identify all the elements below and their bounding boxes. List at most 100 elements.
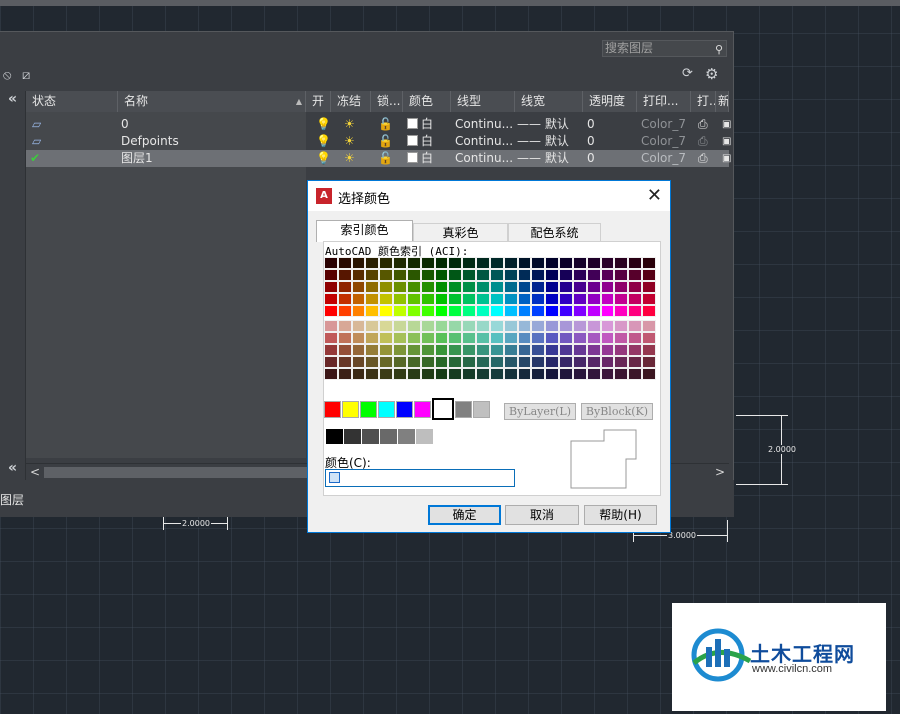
layer-plotstyle[interactable]: Color_7 — [641, 150, 686, 167]
aci-color-cell[interactable] — [462, 368, 477, 380]
aci-color-cell[interactable] — [545, 257, 560, 269]
aci-color-cell[interactable] — [559, 332, 573, 344]
gray-color-cell[interactable] — [434, 429, 451, 444]
standard-color-cell[interactable] — [396, 401, 413, 418]
aci-color-cell[interactable] — [600, 305, 615, 317]
dialog-title-bar[interactable]: A 选择颜色 ✕ — [308, 181, 670, 211]
column-header-status[interactable]: 状态 — [26, 91, 118, 112]
aci-color-cell[interactable] — [559, 293, 573, 305]
aci-color-cell[interactable] — [379, 281, 394, 293]
aci-color-cell[interactable] — [406, 281, 421, 293]
bulb-on-icon[interactable]: 💡 — [316, 150, 331, 167]
aci-color-cell[interactable] — [642, 281, 656, 293]
aci-color-cell[interactable] — [531, 320, 546, 332]
scroll-left-arrow-icon[interactable]: < — [30, 464, 40, 481]
column-header-linetype[interactable]: 线型 — [451, 91, 515, 112]
aci-color-cell[interactable] — [393, 281, 407, 293]
aci-color-cell[interactable] — [406, 269, 421, 281]
aci-color-cell[interactable] — [600, 320, 615, 332]
aci-color-cell[interactable] — [614, 356, 629, 368]
layer-row[interactable]: ▱ 0 💡 ☀ 🔓 白 Continu... —— 默认 0 Color_7 ⎙… — [26, 116, 731, 133]
column-header-new-vp[interactable]: 新 — [716, 91, 729, 112]
aci-color-cell[interactable] — [420, 332, 435, 344]
standard-color-cell[interactable] — [432, 398, 454, 420]
sun-thaw-icon[interactable]: ☀ — [344, 133, 355, 150]
aci-color-cell[interactable] — [531, 368, 546, 380]
aci-color-cell[interactable] — [476, 320, 490, 332]
aci-color-cell[interactable] — [545, 293, 560, 305]
aci-color-cell[interactable] — [642, 269, 656, 281]
aci-color-cell[interactable] — [489, 269, 504, 281]
close-icon[interactable]: ✕ — [647, 185, 662, 206]
aci-color-cell[interactable] — [586, 293, 601, 305]
aci-color-cell[interactable] — [448, 257, 463, 269]
aci-color-cell[interactable] — [337, 332, 352, 344]
aci-color-cell[interactable] — [379, 269, 394, 281]
aci-color-cell[interactable] — [517, 344, 532, 356]
scrollbar-thumb[interactable] — [44, 467, 324, 478]
aci-color-cell[interactable] — [489, 320, 504, 332]
aci-color-cell[interactable] — [545, 356, 560, 368]
layer-row-selected[interactable]: ✔ 图层1 💡 ☀ 🔓 白 Continu... —— 默认 0 Color_7… — [26, 150, 731, 167]
settings-gear-icon[interactable]: ⚙ — [705, 65, 718, 83]
aci-color-cell[interactable] — [600, 368, 615, 380]
aci-color-cell[interactable] — [531, 281, 546, 293]
column-header-lineweight[interactable]: 线宽 — [515, 91, 583, 112]
aci-color-cell[interactable] — [503, 368, 518, 380]
search-layers-input[interactable]: 搜索图层 ⚲ — [602, 40, 727, 57]
layer-linetype[interactable]: Continu... — [455, 133, 513, 150]
aci-color-cell[interactable] — [476, 305, 490, 317]
aci-color-cell[interactable] — [393, 332, 407, 344]
aci-color-cell[interactable] — [642, 320, 656, 332]
aci-color-cell[interactable] — [503, 293, 518, 305]
aci-color-cell[interactable] — [337, 320, 352, 332]
layer-lineweight[interactable]: —— 默认 — [517, 150, 569, 167]
aci-color-cell[interactable] — [420, 269, 435, 281]
aci-color-cell[interactable] — [324, 257, 338, 269]
aci-color-cell[interactable] — [531, 257, 546, 269]
search-icon[interactable]: ⚲ — [715, 42, 723, 57]
aci-color-cell[interactable] — [462, 305, 477, 317]
aci-color-cell[interactable] — [628, 320, 643, 332]
aci-color-cell[interactable] — [614, 344, 629, 356]
layer-plotstyle[interactable]: Color_7 — [641, 133, 686, 150]
aci-color-cell[interactable] — [628, 332, 643, 344]
printer-icon[interactable]: ⎙ — [698, 116, 708, 133]
aci-color-cell[interactable] — [448, 320, 463, 332]
aci-color-cell[interactable] — [545, 269, 560, 281]
aci-color-cell[interactable] — [351, 332, 366, 344]
layer-linetype[interactable]: Continu... — [455, 150, 513, 167]
aci-color-cell[interactable] — [586, 320, 601, 332]
gray-color-cell[interactable] — [398, 429, 415, 444]
aci-color-cell[interactable] — [379, 320, 394, 332]
aci-color-cell[interactable] — [379, 257, 394, 269]
aci-color-cell[interactable] — [600, 344, 615, 356]
aci-color-cell[interactable] — [365, 332, 380, 344]
aci-color-cell[interactable] — [531, 305, 546, 317]
aci-color-cell[interactable] — [489, 281, 504, 293]
gray-color-cell[interactable] — [326, 429, 343, 444]
aci-color-cell[interactable] — [351, 281, 366, 293]
column-header-plot[interactable]: 打... — [691, 91, 716, 112]
aci-color-cell[interactable] — [324, 356, 338, 368]
aci-color-cell[interactable] — [324, 269, 338, 281]
tab-color-books[interactable]: 配色系统 — [508, 223, 601, 242]
aci-color-cell[interactable] — [448, 344, 463, 356]
gray-color-cell[interactable] — [362, 429, 379, 444]
aci-color-cell[interactable] — [462, 320, 477, 332]
layer-transparency[interactable]: 0 — [587, 116, 595, 133]
aci-color-cell[interactable] — [586, 344, 601, 356]
unlock-icon[interactable]: 🔓 — [378, 116, 393, 133]
aci-color-cell[interactable] — [531, 344, 546, 356]
aci-color-cell[interactable] — [489, 293, 504, 305]
aci-color-cell[interactable] — [614, 257, 629, 269]
aci-color-cell[interactable] — [365, 344, 380, 356]
aci-color-cell[interactable] — [420, 305, 435, 317]
aci-color-cell[interactable] — [393, 305, 407, 317]
aci-color-cell[interactable] — [365, 281, 380, 293]
aci-color-cell[interactable] — [406, 305, 421, 317]
aci-color-cell[interactable] — [628, 281, 643, 293]
aci-color-cell[interactable] — [600, 356, 615, 368]
aci-color-cell[interactable] — [476, 356, 490, 368]
aci-color-cell[interactable] — [351, 356, 366, 368]
